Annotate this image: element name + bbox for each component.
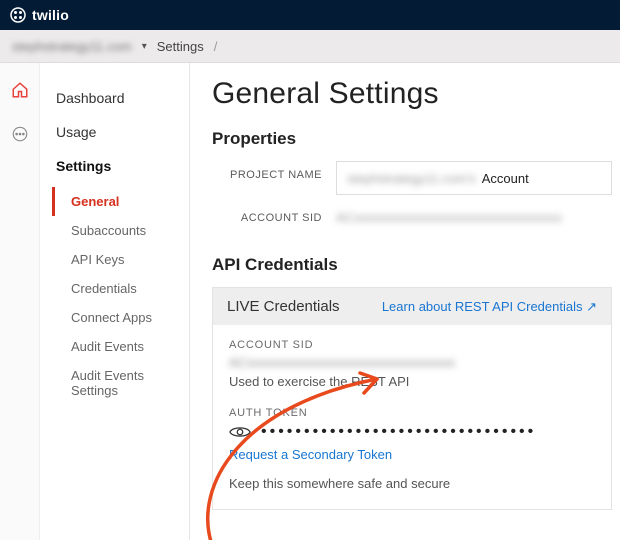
page-title: General Settings (212, 77, 612, 111)
sidebar-item-dashboard[interactable]: Dashboard (40, 81, 189, 115)
main-panel: General Settings Properties PROJECT NAME… (190, 63, 620, 540)
breadcrumb-current[interactable]: Settings (157, 39, 204, 54)
chevron-down-icon[interactable]: ▾ (142, 41, 147, 52)
content: Dashboard Usage Settings General Subacco… (0, 63, 620, 540)
account-sid-obscured: ACxxxxxxxxxxxxxxxxxxxxxxxxxxxxxxxx (336, 210, 562, 225)
sidebar-sub-subaccounts[interactable]: Subaccounts (52, 216, 189, 245)
cred-account-sid-help: Used to exercise the REST API (229, 374, 595, 389)
breadcrumb-project[interactable]: stephstrategy11.com (12, 39, 132, 54)
icon-rail (0, 63, 40, 540)
brand[interactable]: twilio (10, 7, 69, 23)
project-name-obscured: stephstrategy11.com's (347, 171, 476, 186)
account-sid-label: ACCOUNT SID (212, 212, 322, 224)
sidebar-sub-auditeventsettings[interactable]: Audit Events Settings (52, 361, 189, 405)
live-credentials-box: LIVE Credentials Learn about REST API Cr… (212, 287, 612, 510)
sidebar: Dashboard Usage Settings General Subacco… (40, 63, 190, 540)
live-credentials-title: LIVE Credentials (227, 298, 340, 315)
project-name-input[interactable]: stephstrategy11.com's Account (336, 161, 612, 195)
sidebar-sub-auditevents[interactable]: Audit Events (52, 332, 189, 361)
sidebar-item-usage[interactable]: Usage (40, 115, 189, 149)
cred-account-sid-label: ACCOUNT SID (229, 339, 595, 351)
top-bar: twilio (0, 0, 620, 30)
account-sid-value: ACxxxxxxxxxxxxxxxxxxxxxxxxxxxxxxxx (336, 209, 612, 227)
brand-name: twilio (32, 7, 69, 23)
auth-token-label: AUTH TOKEN (229, 407, 595, 419)
api-credentials-heading: API Credentials (212, 255, 612, 275)
auth-token-row: •••••••••••••••••••••••••••••••• (229, 423, 595, 441)
sidebar-sub-connectapps[interactable]: Connect Apps (52, 303, 189, 332)
properties-heading: Properties (212, 129, 612, 149)
sidebar-sub-apikeys[interactable]: API Keys (52, 245, 189, 274)
keep-safe-text: Keep this somewhere safe and secure (229, 476, 595, 491)
properties-grid: PROJECT NAME stephstrategy11.com's Accou… (212, 161, 612, 227)
eye-icon[interactable] (229, 425, 251, 439)
home-icon[interactable] (11, 81, 29, 99)
live-credentials-head: LIVE Credentials Learn about REST API Cr… (213, 288, 611, 325)
auth-token-masked[interactable]: •••••••••••••••••••••••••••••••• (261, 423, 595, 441)
sidebar-sublist: General Subaccounts API Keys Credentials… (40, 183, 189, 405)
twilio-logo-icon (10, 7, 26, 23)
breadcrumb-sep: / (214, 39, 218, 54)
live-credentials-body: ACCOUNT SID ACxxxxxxxxxxxxxxxxxxxxxxxxxx… (213, 325, 611, 509)
cred-account-sid-value[interactable]: ACxxxxxxxxxxxxxxxxxxxxxxxxxxxxxxxx (229, 355, 595, 370)
sidebar-sub-credentials[interactable]: Credentials (52, 274, 189, 303)
project-name-suffix: Account (482, 171, 529, 186)
project-name-label: PROJECT NAME (212, 161, 322, 195)
breadcrumb-bar: stephstrategy11.com ▾ Settings / (0, 30, 620, 63)
more-icon[interactable] (11, 125, 29, 143)
sidebar-item-settings[interactable]: Settings (40, 149, 189, 183)
secondary-token-link[interactable]: Request a Secondary Token (229, 447, 595, 462)
learn-api-link[interactable]: Learn about REST API Credentials ↗ (382, 299, 597, 315)
sidebar-sub-general[interactable]: General (52, 187, 189, 216)
